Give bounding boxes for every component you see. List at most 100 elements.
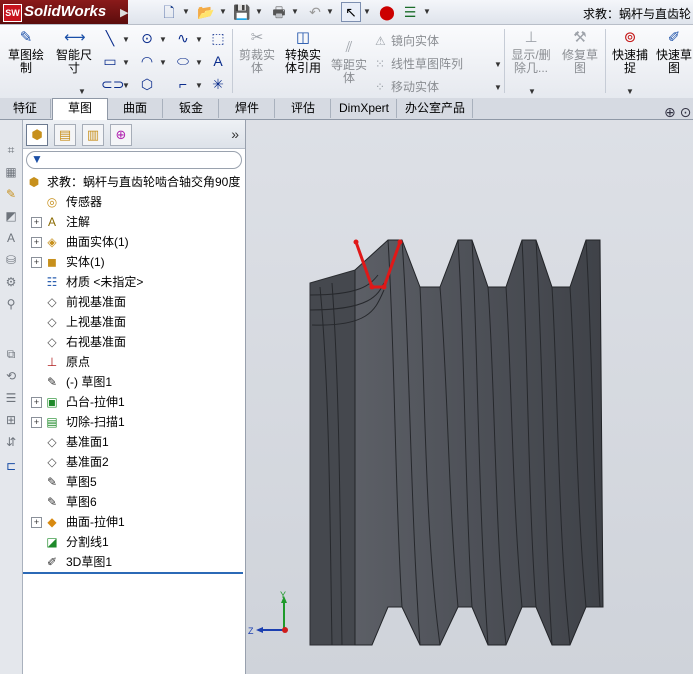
menu-expand-arrow-icon[interactable]: ▶ <box>120 6 128 19</box>
rectangle-icon[interactable]: ▭ <box>101 52 119 70</box>
point-icon[interactable]: ✳ <box>209 75 227 93</box>
strip-tool-icon[interactable]: ⚙ <box>3 274 19 290</box>
sensor-icon: ◎ <box>46 195 58 209</box>
dimxpert-tab-icon[interactable]: ⊕ <box>110 124 132 146</box>
pattern-dropdown-icon[interactable]: ▼ <box>494 60 502 69</box>
trim-entities-button[interactable]: ✂ 剪裁实 体 <box>236 29 278 75</box>
sketch-point[interactable] <box>381 284 387 290</box>
separator <box>504 29 505 93</box>
ellipse-icon[interactable]: ⬭ <box>174 52 192 70</box>
sketch-point[interactable] <box>353 239 359 245</box>
grid-icon[interactable]: ⬚ <box>209 29 227 47</box>
rapid-sketch-button[interactable]: ✐ 快速草 图 <box>655 29 693 75</box>
tab-features[interactable]: 特征 <box>0 99 51 118</box>
spline-dropdown-icon[interactable]: ▼ <box>195 35 203 44</box>
save-dropdown-icon[interactable]: ▼ <box>255 7 263 16</box>
sketch-point[interactable] <box>397 239 403 245</box>
property-manager-tab-icon[interactable]: ▤ <box>54 124 76 146</box>
display-delete-relations-button[interactable]: ⊥ 显示/删 除几... <box>508 29 554 75</box>
select-arrow-icon[interactable]: ↖ <box>341 2 361 22</box>
configuration-tab-icon[interactable]: ▥ <box>82 124 104 146</box>
options-dropdown-icon[interactable]: ▼ <box>423 7 431 16</box>
feature-tree-tab-icon[interactable]: ⬢ <box>26 124 48 146</box>
new-dropdown-icon[interactable]: ▼ <box>182 7 190 16</box>
move-entities-button[interactable]: ⁘ 移动实体 <box>375 78 439 95</box>
rectangle-dropdown-icon[interactable]: ▼ <box>122 58 130 67</box>
rapid-sketch-icon: ✐ <box>667 29 681 46</box>
print-dropdown-icon[interactable]: ▼ <box>291 7 299 16</box>
tab-surfaces[interactable]: 曲面 <box>108 99 163 118</box>
arc-icon[interactable]: ◠ <box>138 52 156 70</box>
solidworks-logo[interactable]: SW SolidWorks <box>0 0 128 24</box>
strip-tool-icon[interactable]: ▦ <box>3 164 19 180</box>
print-icon[interactable]: 🖶 <box>270 3 288 21</box>
arc-dropdown-icon[interactable]: ▼ <box>159 58 167 67</box>
sketch-button[interactable]: ✎ 草图绘 制 <box>4 29 48 75</box>
quick-snaps-button[interactable]: ⊚ 快速捕 捉 <box>608 29 652 75</box>
options-icon[interactable]: ☰ <box>401 3 419 21</box>
move-dropdown-icon[interactable]: ▼ <box>494 83 502 92</box>
open-dropdown-icon[interactable]: ▼ <box>219 7 227 16</box>
strip-tool-icon[interactable]: ⇵ <box>3 434 19 450</box>
tab-office-products[interactable]: 办公室产品 <box>398 99 473 118</box>
fillet-dropdown-icon[interactable]: ▼ <box>195 81 203 90</box>
expand-toggle-icon[interactable]: + <box>31 217 42 228</box>
expand-chevron-icon[interactable]: » <box>231 126 239 142</box>
strip-tool-icon[interactable]: ⊞ <box>3 412 19 428</box>
fillet-icon[interactable]: ⌐ <box>174 75 192 93</box>
smart-dimension-button[interactable]: ⟷ 智能尺 寸 <box>52 29 96 75</box>
sketch-point[interactable] <box>369 284 375 290</box>
linear-pattern-button[interactable]: ⁙ 线性草图阵列 <box>375 55 463 72</box>
tree-filter-input[interactable]: ▼ <box>26 151 242 169</box>
undo-dropdown-icon[interactable]: ▼ <box>326 7 334 16</box>
line-icon[interactable]: ╲ <box>101 29 119 47</box>
strip-tool-icon[interactable]: ⧉ <box>3 346 19 362</box>
circle-dropdown-icon[interactable]: ▼ <box>159 35 167 44</box>
open-folder-icon[interactable]: 📂 <box>197 3 215 21</box>
expand-toggle-icon[interactable]: + <box>31 397 42 408</box>
worm-part-model[interactable] <box>300 235 610 650</box>
linear-pattern-label: 线性草图阵列 <box>391 57 464 71</box>
circle-icon[interactable]: ⊙ <box>138 29 156 47</box>
tab-sketch[interactable]: 草图 <box>52 98 108 120</box>
smart-dim-dropdown-icon[interactable]: ▼ <box>78 87 86 96</box>
ellipse-dropdown-icon[interactable]: ▼ <box>195 58 203 67</box>
save-icon[interactable]: 💾 <box>233 3 251 21</box>
select-dropdown-icon[interactable]: ▼ <box>363 7 371 16</box>
relations-dropdown-icon[interactable]: ▼ <box>528 87 536 96</box>
expand-toggle-icon[interactable]: + <box>31 257 42 268</box>
tab-evaluate[interactable]: 评估 <box>276 99 331 118</box>
slot-dropdown-icon[interactable]: ▼ <box>122 81 130 90</box>
annotation-icon: A <box>47 215 56 229</box>
expand-toggle-icon[interactable]: + <box>31 417 42 428</box>
convert-entities-button[interactable]: ◫ 转换实 体引用 <box>282 29 324 75</box>
undo-icon[interactable]: ↶ <box>306 3 324 21</box>
expand-toggle-icon[interactable]: + <box>31 237 42 248</box>
view-tools-icons[interactable]: ⊕ ⊙ <box>664 104 691 121</box>
strip-tool-icon[interactable]: ☰ <box>3 390 19 406</box>
spline-icon[interactable]: ∿ <box>174 29 192 47</box>
rebuild-traffic-light-icon[interactable]: ⬤ <box>378 3 396 21</box>
tab-weldments[interactable]: 焊件 <box>220 99 275 118</box>
new-document-icon[interactable]: 🗋 <box>160 3 178 21</box>
mirror-entities-button[interactable]: ⚠ 镜向实体 <box>375 32 439 49</box>
slot-icon[interactable]: ⊂⊃ <box>101 75 124 93</box>
expand-toggle-icon[interactable]: + <box>31 517 42 528</box>
strip-tool-icon[interactable]: ◩ <box>3 208 19 224</box>
offset-entities-button[interactable]: ⫽ 等距实 体 <box>328 39 370 85</box>
strip-tool-icon[interactable]: ⌗ <box>3 142 19 158</box>
strip-tool-icon[interactable]: ⚲ <box>3 296 19 312</box>
strip-tool-icon[interactable]: ✎ <box>3 186 19 202</box>
repair-sketch-button[interactable]: ⚒ 修复草 图 <box>558 29 602 75</box>
strip-tool-icon[interactable]: ⛁ <box>3 252 19 268</box>
strip-tool-icon[interactable]: ⟲ <box>3 368 19 384</box>
polygon-icon[interactable]: ⬡ <box>138 75 156 93</box>
text-icon[interactable]: A <box>209 52 227 70</box>
line-dropdown-icon[interactable]: ▼ <box>122 35 130 44</box>
tab-sheet-metal[interactable]: 钣金 <box>164 99 219 118</box>
strip-tool-icon[interactable]: A <box>3 230 19 246</box>
strip-tool-icon[interactable]: ⊏ <box>3 458 19 474</box>
tab-dimxpert[interactable]: DimXpert <box>332 99 397 118</box>
y-axis-label: Y <box>280 590 286 600</box>
quick-snap-dropdown-icon[interactable]: ▼ <box>626 87 634 96</box>
